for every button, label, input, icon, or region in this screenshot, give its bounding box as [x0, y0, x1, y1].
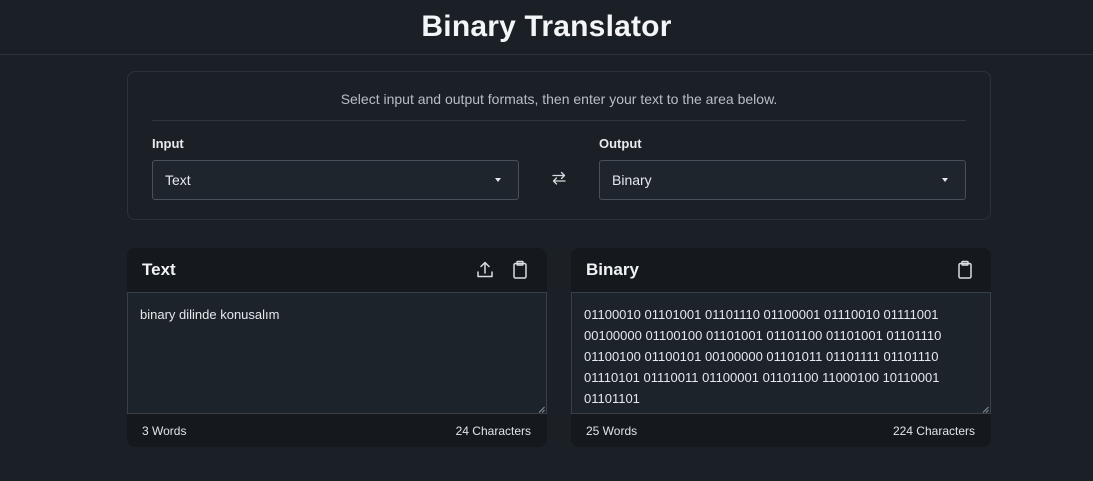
character-count: 24 Characters: [455, 423, 531, 438]
character-count: 224 Characters: [892, 423, 975, 438]
format-settings-card: Select input and output formats, then en…: [127, 71, 991, 220]
word-count: 25 Words: [586, 423, 638, 438]
chevron-down-icon: [495, 178, 501, 182]
input-format-select[interactable]: Text: [152, 160, 519, 200]
resize-handle-icon[interactable]: [538, 406, 545, 413]
input-textarea[interactable]: binary dilinde konusalım: [127, 292, 547, 414]
input-stats: 3 Words 24 Characters: [127, 414, 547, 447]
page-title: Binary Translator: [421, 10, 672, 43]
resize-handle-icon[interactable]: [982, 406, 989, 413]
input-format-value: Text: [165, 172, 191, 188]
input-panel: Text binary dilinde konusalım 3 Words 24…: [127, 248, 547, 447]
output-format-select[interactable]: Binary: [599, 160, 966, 200]
output-textarea[interactable]: 01100010 01101001 01101110 01100001 0111…: [571, 292, 991, 414]
clipboard-icon[interactable]: [954, 259, 976, 281]
instructions-text: Select input and output formats, then en…: [340, 91, 778, 107]
output-format-label: Output: [599, 136, 642, 151]
output-panel-title: Binary: [586, 260, 639, 279]
output-format-value: Binary: [612, 172, 652, 188]
input-format-label: Input: [152, 136, 184, 151]
app-header: Binary Translator: [0, 0, 1093, 55]
output-panel: Binary 01100010 01101001 01101110 011000…: [571, 248, 991, 447]
upload-icon[interactable]: [474, 259, 496, 281]
swap-arrows-icon[interactable]: [548, 166, 570, 190]
clipboard-icon[interactable]: [509, 259, 531, 281]
word-count: 3 Words: [142, 423, 187, 438]
chevron-down-icon: [942, 178, 948, 182]
divider: [152, 120, 966, 121]
output-stats: 25 Words 224 Characters: [571, 414, 991, 447]
